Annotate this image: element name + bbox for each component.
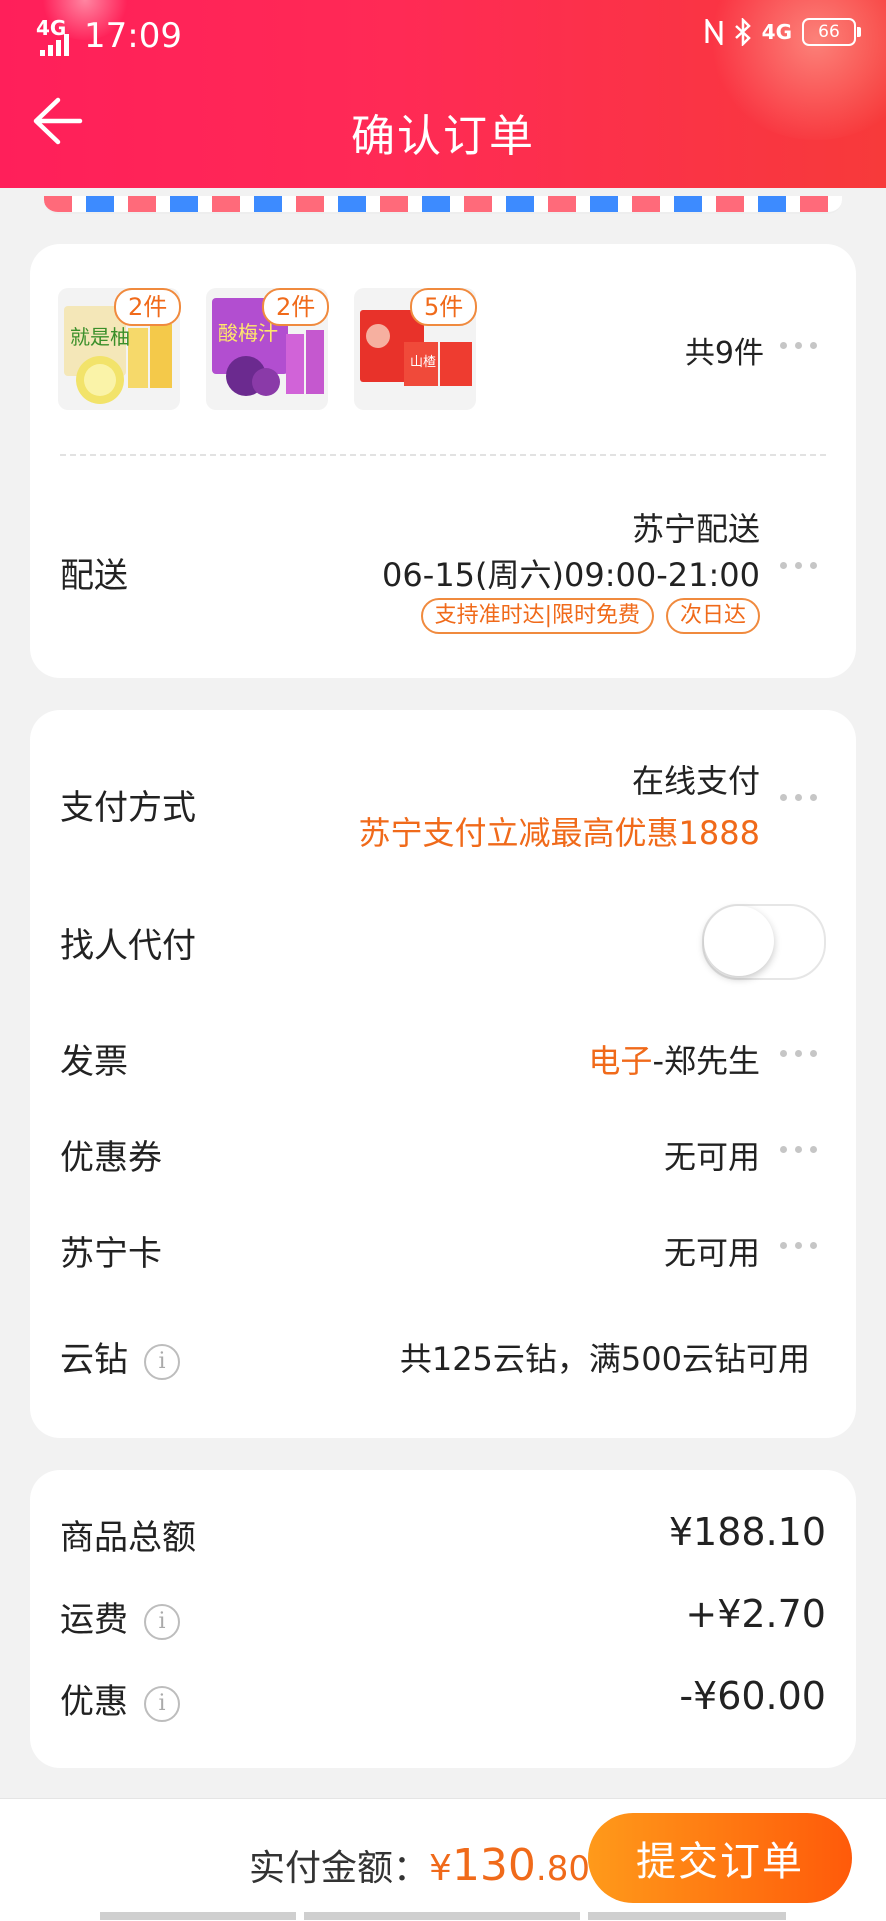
- invoice-value[interactable]: 电子-郑先生: [588, 1036, 760, 1082]
- product-label: 就是柚: [70, 325, 130, 349]
- subtotal-value: ¥188.10: [668, 1510, 826, 1554]
- divider: [60, 454, 826, 456]
- bluetooth-icon: [734, 18, 751, 46]
- total-amount-int: 130: [451, 1840, 536, 1891]
- invoice-holder: -郑先生: [652, 1042, 760, 1080]
- delivery-label: 配送: [60, 556, 128, 596]
- subtotal-label: 商品总额: [60, 1518, 196, 1558]
- more-dots-icon[interactable]: [780, 1050, 820, 1060]
- discount-row: 优惠 i: [60, 1674, 180, 1723]
- currency-symbol: ¥: [429, 1848, 452, 1889]
- total-label: 实付金额：: [249, 1848, 430, 1889]
- quantity-badge: 2件: [262, 288, 330, 326]
- info-icon[interactable]: i: [144, 1603, 180, 1640]
- payment-promo: 苏宁支付立减最高优惠1888: [358, 814, 760, 852]
- proxy-pay-label: 找人代付: [60, 926, 196, 966]
- page-title: 确认订单: [351, 111, 535, 162]
- toggle-knob: [704, 906, 774, 976]
- suning-card-label: 苏宁卡: [60, 1234, 162, 1274]
- discount-value: -¥60.00: [679, 1674, 826, 1718]
- status-bar: 4G 17:09 4G 66: [36, 14, 861, 58]
- more-dots-icon[interactable]: [780, 794, 820, 804]
- proxy-pay-toggle[interactable]: [702, 904, 826, 980]
- delivery-time[interactable]: 06-15(周六)09:00-21:00: [382, 550, 760, 596]
- suning-card-value[interactable]: 无可用: [664, 1228, 760, 1274]
- home-indicator: [100, 1912, 296, 1920]
- total-payable: 实付金额：¥130.80: [249, 1839, 590, 1891]
- quantity-badge: 5件: [410, 288, 478, 326]
- price-summary-card: 商品总额 ¥188.10 运费 i +¥2.70 优惠 i -¥60.00: [30, 1470, 856, 1768]
- delivery-tag: 支持准时达|限时免费: [420, 598, 654, 634]
- home-indicator: [304, 1912, 580, 1920]
- more-dots-icon[interactable]: [780, 1146, 820, 1156]
- checkout-bar: 实付金额：¥130.80 提交订单: [0, 1798, 886, 1921]
- invoice-label: 发票: [60, 1042, 128, 1082]
- payment-method-label: 支付方式: [60, 788, 196, 828]
- more-dots-icon[interactable]: [780, 562, 820, 572]
- cloud-diamond-row: 云钻 i: [60, 1332, 180, 1381]
- header-bar: 4G 17:09 4G 66 确认订单: [0, 0, 886, 188]
- coupon-label: 优惠券: [60, 1138, 162, 1178]
- coupon-value[interactable]: 无可用: [664, 1132, 760, 1178]
- delivery-tag: 次日达: [665, 598, 760, 634]
- quantity-badge: 2件: [114, 288, 182, 326]
- signal-icon: [40, 34, 74, 56]
- delivery-provider: 苏宁配送: [631, 510, 760, 548]
- payment-options-card: 支付方式 在线支付 苏宁支付立减最高优惠1888 找人代付 发票 电子-郑先生 …: [30, 710, 856, 1438]
- item-count[interactable]: 共9件: [685, 328, 764, 372]
- order-items-card: 就是柚 2件 酸梅汁 2件 山楂 5件 共9件 配送 苏宁配送 06-15(周六…: [30, 244, 856, 678]
- home-indicator: [588, 1912, 786, 1920]
- payment-method-value[interactable]: 在线支付: [632, 756, 760, 802]
- address-envelope-stripe: [44, 196, 842, 214]
- cloud-diamond-value: 共125云钻，满500云钻可用: [399, 1340, 810, 1378]
- submit-order-button[interactable]: 提交订单: [588, 1813, 852, 1903]
- product-label: 酸梅汁: [218, 321, 278, 345]
- more-dots-icon[interactable]: [780, 1242, 820, 1252]
- clock: 17:09: [84, 16, 182, 56]
- status-icons: 4G 66: [704, 18, 861, 46]
- shipping-label: 运费: [60, 1600, 128, 1640]
- battery-icon: 66: [802, 18, 861, 46]
- more-dots-icon[interactable]: [780, 342, 820, 352]
- discount-label: 优惠: [60, 1682, 128, 1722]
- cloud-diamond-label: 云钻: [60, 1340, 128, 1380]
- shipping-value: +¥2.70: [685, 1592, 826, 1636]
- shipping-row: 运费 i: [60, 1592, 180, 1641]
- total-amount-dec: .80: [535, 1849, 590, 1889]
- product-label: 山楂: [410, 355, 436, 370]
- invoice-type: 电子: [588, 1042, 653, 1080]
- nfc-icon: [705, 19, 723, 45]
- info-icon[interactable]: i: [144, 1685, 180, 1722]
- delivery-tags: 支持准时达|限时免费 次日达: [420, 598, 760, 634]
- info-icon[interactable]: i: [144, 1343, 180, 1380]
- network-label: 4G: [761, 20, 792, 44]
